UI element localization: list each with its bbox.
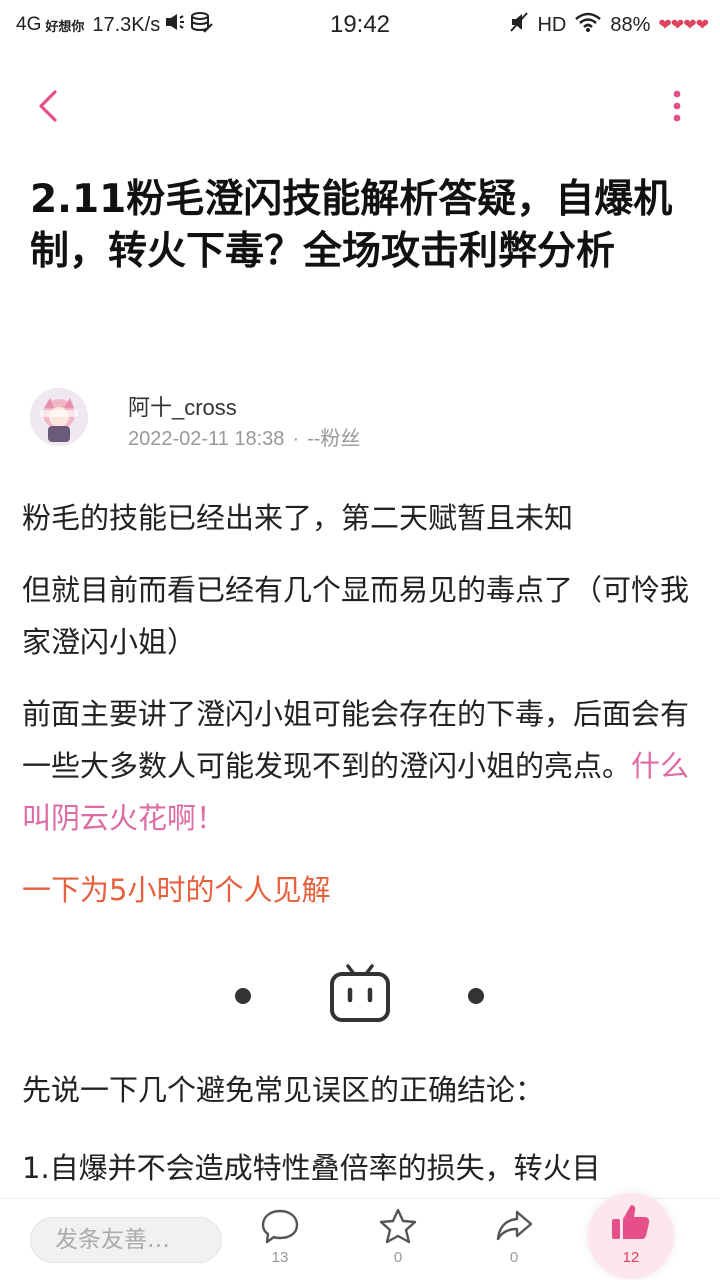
back-button[interactable] [28, 86, 68, 126]
chevron-left-icon [39, 90, 57, 122]
share-arrow-icon [496, 1210, 533, 1241]
post-date: 2022-02-11 18:38 [128, 428, 285, 450]
article-body: 粉毛的技能已经出来了，第二天赋暂且未知 但就目前而看已经有几个显而易见的毒点了（… [22, 492, 698, 936]
article-title: 2.11粉毛澄闪技能解析答疑，自爆机制，转火下毒？全场攻击利弊分析 [30, 177, 673, 274]
status-right: HD 88% ❤❤❤❤ [509, 11, 709, 39]
mute-icon [509, 11, 529, 39]
divider-dot [235, 988, 251, 1004]
comment-count: 13 [271, 1249, 289, 1266]
wifi-icon [574, 11, 602, 39]
battery-hearts-icon: ❤❤❤❤ [658, 17, 709, 34]
orange-highlight-paragraph: 一下为5小时的个人见解 [22, 873, 331, 907]
comment-bubble-icon [261, 1209, 299, 1244]
article-body-continued: 先说一下几个避免常见误区的正确结论： 1.自爆并不会造成特性叠倍率的损失，转火目 [22, 1064, 698, 1220]
comment-input[interactable]: 发条友善… [30, 1217, 222, 1263]
favorite-count: 0 [393, 1249, 403, 1266]
author-name[interactable]: 阿十_cross [128, 390, 237, 422]
like-count: 12 [622, 1249, 640, 1266]
bottom-action-bar: 发条友善… 13 0 0 12 [0, 1193, 720, 1280]
battery-level: 88% [610, 13, 651, 36]
author-info: 阿十_cross 2022-02-11 18:38 · --粉丝 [30, 386, 690, 450]
more-vertical-icon [673, 90, 681, 122]
star-icon [379, 1208, 417, 1244]
paragraph: 1.自爆并不会造成特性叠倍率的损失，转火目 [22, 1151, 601, 1185]
author-meta: 2022-02-11 18:38 · --粉丝 [128, 422, 360, 451]
bilibili-tv-icon [330, 964, 390, 1022]
paragraph: 但就目前而看已经有几个显而易见的毒点了（可怜我家澄闪小姐） [22, 573, 690, 659]
more-button[interactable] [662, 86, 692, 126]
avatar[interactable] [30, 388, 88, 446]
fan-tag: --粉丝 [307, 428, 361, 450]
paragraph: 粉毛的技能已经出来了，第二天赋暂且未知 [22, 501, 574, 535]
share-count: 0 [509, 1249, 519, 1266]
like-button[interactable]: 12 [588, 1193, 674, 1279]
meta-separator: · [292, 428, 300, 450]
thumbs-up-icon [612, 1205, 650, 1239]
top-nav [0, 70, 720, 142]
hd-label: HD [537, 13, 567, 36]
divider-dot [468, 988, 484, 1004]
paragraph: 前面主要讲了澄闪小姐可能会存在的下毒，后面会有一些大多数人可能发现不到的澄闪小姐… [22, 688, 698, 844]
comment-button[interactable]: 13 [250, 1207, 310, 1277]
section-divider [0, 962, 720, 1030]
favorite-button[interactable]: 0 [368, 1207, 428, 1277]
status-bar: 4G 好想你 17.3K/s 19:42 HD 88% ❤❤❤❤ [0, 0, 720, 50]
share-button[interactable]: 0 [484, 1207, 544, 1277]
paragraph-text: 前面主要讲了澄闪小姐可能会存在的下毒，后面会有一些大多数人可能发现不到的澄闪小姐… [22, 697, 690, 783]
paragraph: 先说一下几个避免常见误区的正确结论： [22, 1073, 545, 1107]
